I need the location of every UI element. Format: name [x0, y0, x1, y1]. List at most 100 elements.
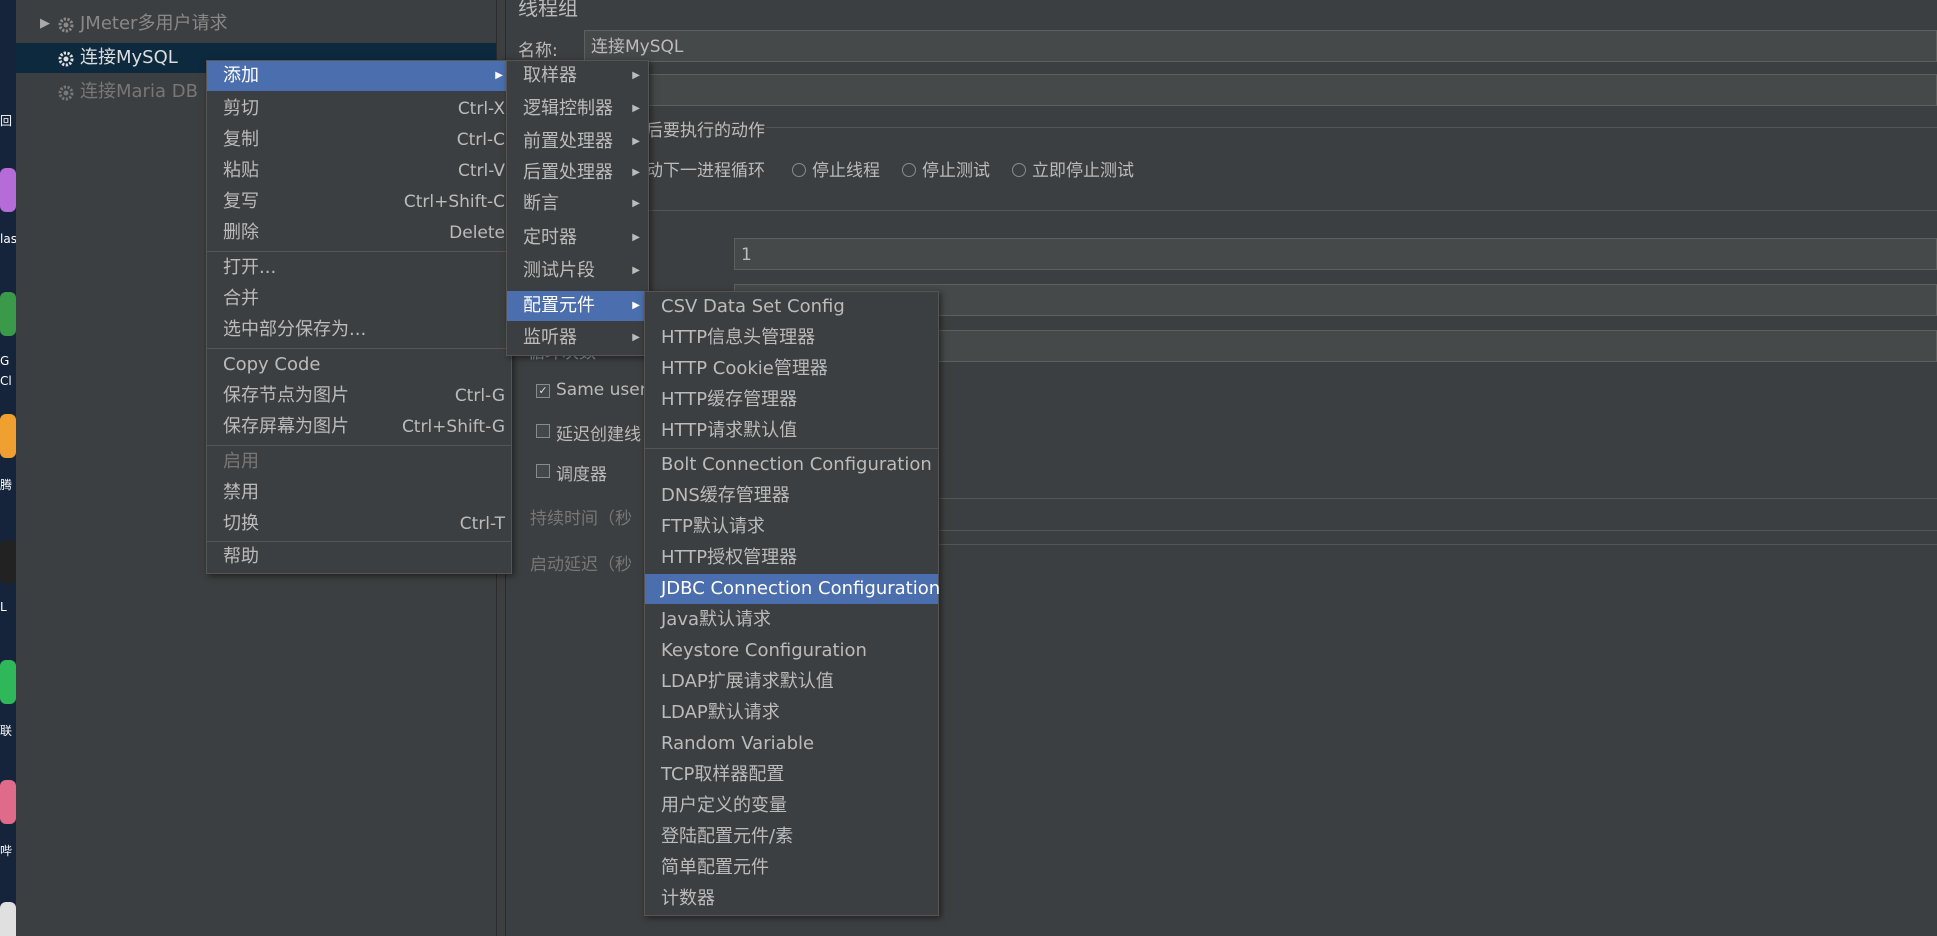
config-item-counter[interactable]: 计数器: [645, 884, 938, 914]
submenu-item-listener[interactable]: 监听器 ▶: [507, 323, 648, 353]
config-item-http-auth-manager[interactable]: HTTP授权管理器: [645, 543, 938, 573]
config-item-ldap-defaults[interactable]: LDAP默认请求: [645, 698, 938, 728]
option-stop-test[interactable]: 停止测试: [902, 156, 990, 181]
config-item-ftp-defaults[interactable]: FTP默认请求: [645, 512, 938, 542]
menu-item-cut[interactable]: 剪切 Ctrl-X: [207, 94, 511, 124]
submenu-item-config-element[interactable]: 配置元件 ▶: [507, 291, 648, 321]
desktop-label: 回: [0, 114, 13, 128]
menu-item-copy-code[interactable]: Copy Code: [207, 350, 511, 380]
config-element-submenu: CSV Data Set Config HTTP信息头管理器 HTTP Cook…: [644, 291, 940, 916]
config-item-http-cache-manager[interactable]: HTTP缓存管理器: [645, 385, 938, 415]
add-submenu: 取样器 ▶ 逻辑控制器 ▶ 前置处理器 ▶ 后置处理器 ▶ 断言 ▶ 定时器 ▶ 测试片段 ▶…: [506, 60, 649, 356]
menu-item-disable[interactable]: 禁用: [207, 478, 511, 508]
desktop-label: L: [0, 600, 7, 614]
chevron-right-icon: ▶: [495, 70, 503, 81]
desktop-app-icon[interactable]: [0, 902, 16, 936]
menu-item-save-selection[interactable]: 选中部分保存为...: [207, 315, 511, 345]
config-item-login-config[interactable]: 登陆配置元件/素: [645, 822, 938, 852]
config-item-jdbc-connection[interactable]: JDBC Connection Configuration: [645, 574, 940, 604]
option-next-loop[interactable]: 动下一进程循环: [646, 156, 765, 181]
submenu-item-logic-controller[interactable]: 逻辑控制器 ▶: [507, 94, 648, 124]
name-input[interactable]: 连接MySQL: [584, 30, 1937, 62]
menu-separator: [645, 448, 938, 449]
config-item-simple-config[interactable]: 简单配置元件: [645, 853, 938, 883]
startup-delay-label: 启动延迟（秒: [530, 555, 632, 575]
desktop-label: 哔: [0, 844, 13, 858]
menu-item-copy[interactable]: 复制 Ctrl-C: [207, 125, 511, 155]
option-stop-thread[interactable]: 停止线程: [792, 156, 880, 181]
config-item-dns-cache-manager[interactable]: DNS缓存管理器: [645, 481, 938, 511]
submenu-item-assertion[interactable]: 断言 ▶: [507, 189, 648, 219]
checkbox-icon[interactable]: [536, 464, 550, 478]
menu-item-enable: 启用: [223, 451, 259, 472]
chevron-right-icon: ▶: [632, 332, 640, 343]
menu-item-save-node-image[interactable]: 保存节点为图片 Ctrl-G: [207, 381, 511, 411]
radio-icon[interactable]: [792, 163, 806, 177]
config-item-http-request-defaults[interactable]: HTTP请求默认值: [645, 416, 938, 446]
chevron-right-icon[interactable]: ▶: [40, 9, 50, 39]
submenu-item-sampler[interactable]: 取样器 ▶: [507, 61, 648, 91]
menu-separator: [207, 348, 511, 349]
menu-item-toggle[interactable]: 切换 Ctrl-T: [207, 509, 511, 539]
submenu-item-timer[interactable]: 定时器 ▶: [507, 223, 648, 253]
delay-create-label: 延迟创建线: [556, 425, 641, 445]
comments-input[interactable]: [584, 74, 1937, 106]
desktop-app-icon[interactable]: [0, 780, 16, 824]
desktop-app-icon[interactable]: [0, 540, 16, 584]
config-item-tcp-sampler-config[interactable]: TCP取样器配置: [645, 760, 938, 790]
config-item-bolt-connection[interactable]: Bolt Connection Configuration: [645, 450, 938, 480]
duration-label: 持续时间（秒: [530, 509, 632, 529]
menu-item-paste[interactable]: 粘贴 Ctrl-V: [207, 156, 511, 186]
menu-item-merge[interactable]: 合并: [207, 284, 511, 314]
config-item-http-cookie-manager[interactable]: HTTP Cookie管理器: [645, 354, 938, 384]
menu-item-duplicate[interactable]: 复写 Ctrl+Shift-C: [207, 187, 511, 217]
config-item-random-variable[interactable]: Random Variable: [645, 729, 938, 759]
action-section-title: 后要执行的动作: [646, 121, 765, 141]
gear-icon: [58, 85, 74, 101]
radio-icon[interactable]: [902, 163, 916, 177]
menu-item-save-screen-image[interactable]: 保存屏幕为图片 Ctrl+Shift-G: [207, 412, 511, 442]
thread-count-input[interactable]: 1: [734, 238, 1937, 270]
chevron-right-icon: ▶: [632, 265, 640, 276]
menu-item-delete[interactable]: 删除 Delete: [207, 218, 511, 248]
checkbox-icon[interactable]: [536, 424, 550, 438]
tree-item-label: 连接MySQL: [80, 47, 178, 68]
chevron-right-icon: ▶: [632, 136, 640, 147]
submenu-item-test-fragment[interactable]: 测试片段 ▶: [507, 256, 648, 286]
checkbox-checked-icon[interactable]: ✓: [536, 384, 550, 398]
config-item-java-defaults[interactable]: Java默认请求: [645, 605, 938, 635]
field-line: [936, 498, 1937, 499]
config-item-user-defined-variables[interactable]: 用户定义的变量: [645, 791, 938, 821]
name-label: 名称:: [518, 41, 558, 61]
tree-item-jmeter-plan[interactable]: ▶ JMeter多用户请求: [16, 9, 496, 39]
menu-item-open[interactable]: 打开...: [207, 253, 511, 283]
config-item-http-header-manager[interactable]: HTTP信息头管理器: [645, 323, 938, 353]
tree-item-label: 连接Maria DB: [80, 81, 198, 102]
desktop-app-icon[interactable]: [0, 292, 16, 336]
gear-icon: [58, 17, 74, 33]
chevron-right-icon: ▶: [632, 232, 640, 243]
desktop-app-icon[interactable]: [0, 414, 16, 458]
desktop-app-icon[interactable]: [0, 168, 16, 212]
section-divider: [766, 127, 1937, 128]
desktop-strip: 回 las G Cl 腾 L 联 哔: [0, 0, 16, 936]
desktop-label: Cl: [0, 374, 12, 388]
menu-item-add[interactable]: 添加 ▶: [207, 61, 511, 91]
config-item-ldap-extended-defaults[interactable]: LDAP扩展请求默认值: [645, 667, 938, 697]
submenu-item-post-processor[interactable]: 后置处理器 ▶: [507, 158, 648, 188]
desktop-label: 腾: [0, 478, 13, 492]
config-item-csv-data-set[interactable]: CSV Data Set Config: [645, 292, 938, 322]
desktop-app-icon[interactable]: [0, 660, 16, 704]
scheduler-label: 调度器: [556, 465, 607, 485]
panel-title: 线程组: [518, 0, 578, 20]
menu-item-help[interactable]: 帮助: [207, 542, 511, 572]
option-stop-test-now[interactable]: 立即停止测试: [1012, 156, 1134, 181]
chevron-right-icon: ▶: [632, 300, 640, 311]
menu-separator: [207, 445, 511, 446]
config-item-keystore[interactable]: Keystore Configuration: [645, 636, 938, 666]
field-line: [936, 544, 1937, 545]
submenu-item-pre-processor[interactable]: 前置处理器 ▶: [507, 127, 648, 157]
radio-icon[interactable]: [1012, 163, 1026, 177]
chevron-right-icon: ▶: [632, 103, 640, 114]
desktop-label: 联: [0, 724, 13, 738]
